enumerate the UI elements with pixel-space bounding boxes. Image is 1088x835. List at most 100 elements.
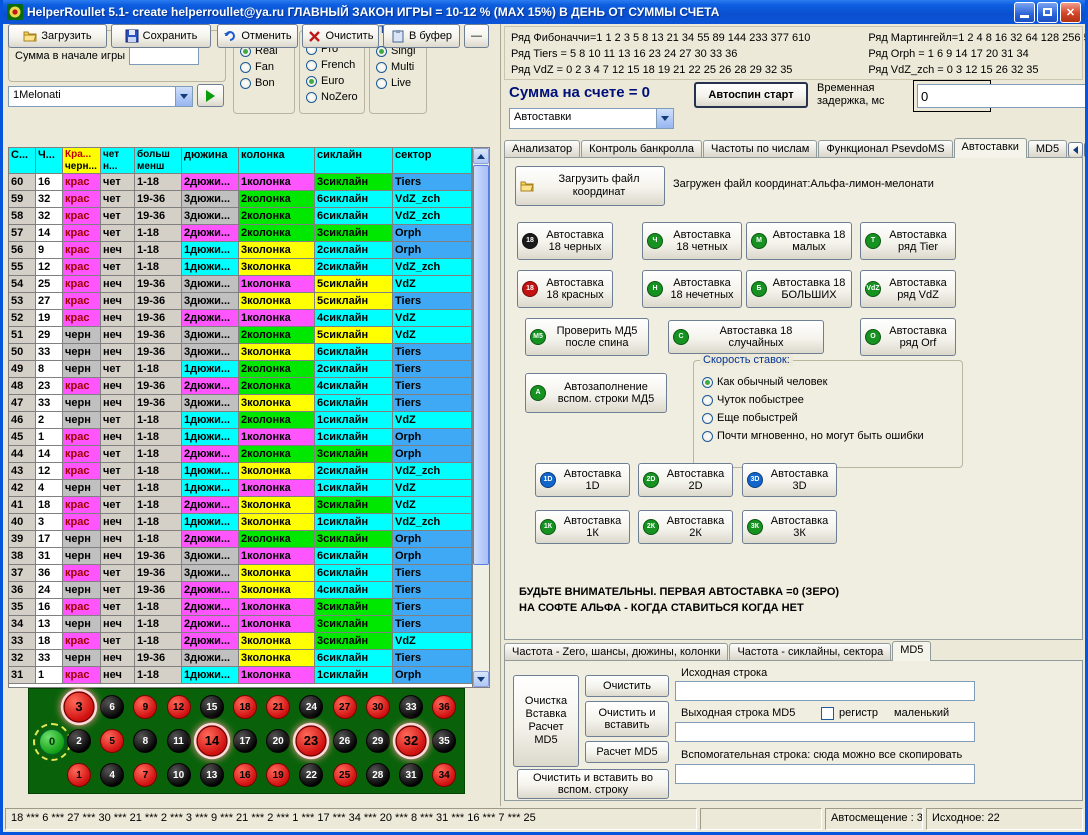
tab-MD5[interactable]: MD5 xyxy=(892,641,931,661)
scroll-down-icon[interactable] xyxy=(473,671,489,687)
autobet-button[interactable]: 3DАвтоставка 3D xyxy=(742,463,837,497)
autobet-button[interactable]: 18Автоставка 18 красных xyxy=(517,270,613,308)
table-row[interactable]: 424чернчет1-181дюжи...1колонка1сиклайнVd… xyxy=(9,480,472,497)
scroll-up-icon[interactable] xyxy=(473,148,489,164)
table-row[interactable]: 5425краснеч19-363дюжи...1колонка5сиклайн… xyxy=(9,276,472,293)
tab-Частота - сиклайны, сектора[interactable]: Частота - сиклайны, сектора xyxy=(729,643,891,661)
board-number-23[interactable]: 23 xyxy=(296,725,327,756)
table-row[interactable]: 3413черннеч1-182дюжи...1колонка3сиклайнT… xyxy=(9,616,472,633)
autobet-button[interactable]: ЧАвтоставка 18 четных xyxy=(642,222,742,260)
table-row[interactable]: 5932красчет19-363дюжи...2колонка6сиклайн… xyxy=(9,191,472,208)
start-sum-input[interactable] xyxy=(129,47,199,65)
board-number-26[interactable]: 26 xyxy=(333,729,357,753)
md5-combo-button[interactable]: Очистка Вставка Расчет MD5 xyxy=(513,675,579,767)
autobet-random-button[interactable]: С Автоставка 18 случайных xyxy=(668,320,824,354)
board-number-22[interactable]: 22 xyxy=(299,763,323,787)
output-string-input[interactable] xyxy=(675,722,975,742)
aux-string-input[interactable] xyxy=(675,764,975,784)
board-number-15[interactable]: 15 xyxy=(200,695,224,719)
load-coords-button[interactable]: Загрузить файл координат xyxy=(515,166,665,206)
collapse-button[interactable]: — xyxy=(464,24,489,48)
board-number-0[interactable]: 0 xyxy=(39,729,65,755)
radio-option-Multi[interactable]: Multi xyxy=(370,59,426,75)
table-row[interactable]: 4414красчет1-182дюжи...2колонка3сиклайнO… xyxy=(9,446,472,463)
radio-option-Live[interactable]: Live xyxy=(370,75,426,91)
tab-Функционал PsevdoMS[interactable]: Функционал PsevdoMS xyxy=(818,140,952,158)
tab-Частота - Zero, шансы, дюжины, колонки[interactable]: Частота - Zero, шансы, дюжины, колонки xyxy=(504,643,728,661)
md5-calc-button[interactable]: Расчет MD5 xyxy=(585,741,669,763)
radio-option-Bon[interactable]: Bon xyxy=(234,75,294,91)
source-string-input[interactable] xyxy=(675,681,975,701)
board-number-10[interactable]: 10 xyxy=(167,763,191,787)
table-row[interactable]: 451краснеч1-181дюжи...1колонка1сиклайнOr… xyxy=(9,429,472,446)
board-number-8[interactable]: 8 xyxy=(133,729,157,753)
radio-option-Fan[interactable]: Fan xyxy=(234,59,294,75)
board-number-27[interactable]: 27 xyxy=(333,695,357,719)
board-number-18[interactable]: 18 xyxy=(233,695,257,719)
table-row[interactable]: 403краснеч1-181дюжи...3колонка1сиклайнVd… xyxy=(9,514,472,531)
table-row[interactable]: 4733черннеч19-363дюжи...3колонка6сиклайн… xyxy=(9,395,472,412)
maximize-button[interactable] xyxy=(1037,2,1058,23)
board-number-31[interactable]: 31 xyxy=(399,763,423,787)
board-number-6[interactable]: 6 xyxy=(100,695,124,719)
table-row[interactable]: 3736красчет19-363дюжи...3колонка6сиклайн… xyxy=(9,565,472,582)
table-row[interactable]: 3831черннеч19-363дюжи...1колонка6сиклайн… xyxy=(9,548,472,565)
table-row[interactable]: 3516красчет1-182дюжи...1колонка3сиклайнT… xyxy=(9,599,472,616)
board-number-16[interactable]: 16 xyxy=(233,763,257,787)
autobet-button[interactable]: 18Автоставка 18 черных xyxy=(517,222,613,260)
table-row[interactable]: 5714красчет1-182дюжи...2колонка3сиклайнO… xyxy=(9,225,472,242)
play-button[interactable] xyxy=(197,84,224,107)
autobet-button[interactable]: 2КАвтоставка 2К xyxy=(638,510,733,544)
board-number-3[interactable]: 3 xyxy=(63,691,94,722)
table-row[interactable]: 4823краснеч19-362дюжи...2колонка4сиклайн… xyxy=(9,378,472,395)
autobets-combobox[interactable]: Автоставки xyxy=(509,108,674,129)
scrollbar-thumb[interactable] xyxy=(473,165,489,565)
board-number-25[interactable]: 25 xyxy=(333,763,357,787)
board-number-34[interactable]: 34 xyxy=(432,763,456,787)
board-number-35[interactable]: 35 xyxy=(432,729,456,753)
board-number-20[interactable]: 20 xyxy=(266,729,290,753)
board-number-11[interactable]: 11 xyxy=(167,729,191,753)
board-number-9[interactable]: 9 xyxy=(133,695,157,719)
board-number-21[interactable]: 21 xyxy=(266,695,290,719)
board-number-7[interactable]: 7 xyxy=(133,763,157,787)
table-scrollbar[interactable] xyxy=(472,148,489,687)
board-number-17[interactable]: 17 xyxy=(233,729,257,753)
board-number-28[interactable]: 28 xyxy=(366,763,390,787)
autobet-button[interactable]: 1DАвтоставка 1D xyxy=(535,463,630,497)
chevron-down-icon[interactable] xyxy=(175,87,192,106)
autobet-button[interactable]: TАвтоставка ряд Tier xyxy=(860,222,956,260)
to-buffer-button[interactable]: В буфер xyxy=(383,24,460,48)
load-button[interactable]: Загрузить xyxy=(8,24,107,48)
radio-option-Почти мгновенно, но могут быть ошибки[interactable]: Почти мгновенно, но могут быть ошибки xyxy=(694,427,962,445)
table-row[interactable]: 3318красчет1-182дюжи...3колонка3сиклайнV… xyxy=(9,633,472,650)
board-number-5[interactable]: 5 xyxy=(100,729,124,753)
board-number-29[interactable]: 29 xyxy=(366,729,390,753)
board-number-19[interactable]: 19 xyxy=(266,763,290,787)
tab-scroll-right-icon[interactable] xyxy=(1084,142,1085,158)
board-number-4[interactable]: 4 xyxy=(100,763,124,787)
table-row[interactable]: 5219краснеч19-362дюжи...1колонка4сиклайн… xyxy=(9,310,472,327)
radio-option-Как обычный человек[interactable]: Как обычный человек xyxy=(694,373,962,391)
profile-combobox[interactable]: 1Melonati xyxy=(8,86,193,107)
md5-clear-paste-button[interactable]: Очистить и вставить xyxy=(585,701,669,737)
md5-clear-button[interactable]: Очистить xyxy=(585,675,669,697)
radio-option-Euro[interactable]: Euro xyxy=(300,73,364,89)
autobet-orf-button[interactable]: O Автоставка ряд Orf xyxy=(860,318,956,356)
tab-Частоты по числам[interactable]: Частоты по числам xyxy=(703,140,817,158)
fill-aux-md5-button[interactable]: А Автозаполнение вспом. строки МД5 xyxy=(525,373,667,413)
board-number-13[interactable]: 13 xyxy=(200,763,224,787)
board-number-14[interactable]: 14 xyxy=(196,725,227,756)
table-row[interactable]: 3233черннеч19-363дюжи...3колонка6сиклайн… xyxy=(9,650,472,667)
table-row[interactable]: 311краснеч1-181дюжи...1колонка1сиклайнOr… xyxy=(9,667,472,684)
check-md5-button[interactable]: М5 Проверить МД5 после спина xyxy=(525,318,649,356)
autobet-button[interactable]: НАвтоставка 18 нечетных xyxy=(642,270,742,308)
table-row[interactable]: 569краснеч1-181дюжи...3колонка2сиклайнOr… xyxy=(9,242,472,259)
table-row[interactable]: 5327краснеч19-363дюжи...3колонка5сиклайн… xyxy=(9,293,472,310)
clear-button[interactable]: Очистить xyxy=(302,24,379,48)
radio-option-Чуток побыстрее[interactable]: Чуток побыстрее xyxy=(694,391,962,409)
board-number-33[interactable]: 33 xyxy=(399,695,423,719)
table-row[interactable]: 4118красчет1-182дюжи...3колонка3сиклайнV… xyxy=(9,497,472,514)
table-row[interactable]: 5129черннеч19-363дюжи...2колонка5сиклайн… xyxy=(9,327,472,344)
table-row[interactable]: 5832красчет19-363дюжи...2колонка6сиклайн… xyxy=(9,208,472,225)
